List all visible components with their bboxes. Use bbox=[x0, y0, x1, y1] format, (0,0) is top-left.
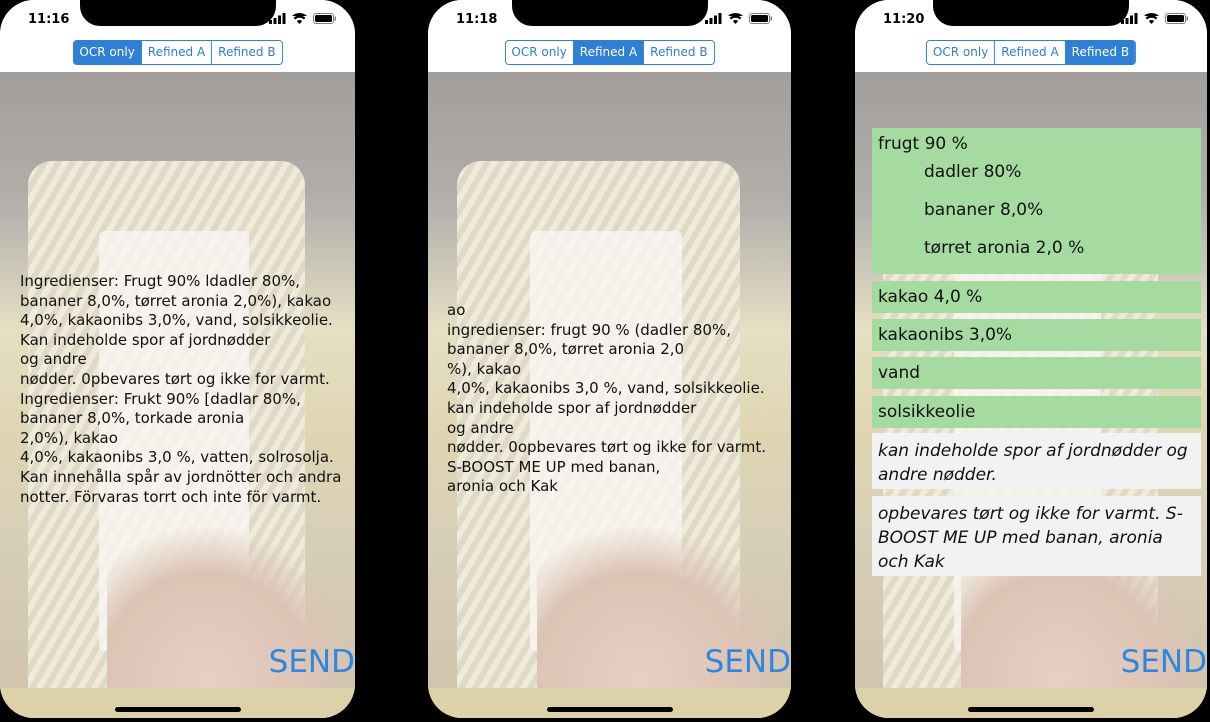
segment-refined-a[interactable]: Refined A bbox=[995, 41, 1066, 64]
home-indicator bbox=[546, 707, 673, 712]
segment-refined-b[interactable]: Refined B bbox=[212, 41, 282, 64]
segment-refined-b[interactable]: Refined B bbox=[1065, 41, 1136, 64]
status-bar: 11:20 OCR only Refined A Refined B bbox=[855, 0, 1207, 72]
home-indicator bbox=[968, 707, 1094, 712]
status-bar: 11:18 OCR only Refined A Refined B bbox=[428, 0, 791, 72]
ingredient-card-label: solsikkeolie bbox=[878, 402, 976, 422]
wifi-icon bbox=[1144, 13, 1159, 24]
signal-icon bbox=[705, 13, 722, 24]
battery-icon bbox=[313, 13, 336, 24]
sub-ingredient-bananer: bananer 8,0% bbox=[924, 200, 1044, 220]
ocr-text-overlay: Ingredienser: Frugt 90% ldadler 80%, ban… bbox=[20, 272, 342, 506]
ingredient-card-kakaonibs[interactable]: kakaonibs 3,0% bbox=[872, 319, 1201, 351]
segment-ocr-only[interactable]: OCR only bbox=[926, 41, 996, 64]
ingredient-card-frugt[interactable]: frugt 90 % dadler 80% bananer 8,0% tørre… bbox=[872, 128, 1201, 274]
mode-segmented-control[interactable]: OCR only Refined A Refined B bbox=[72, 40, 283, 65]
notch bbox=[79, 0, 276, 26]
phone-screen-2: 11:18 OCR only Refined A Refined B ao in… bbox=[428, 0, 791, 718]
segment-ocr-only[interactable]: OCR only bbox=[505, 41, 574, 64]
send-button[interactable]: SEND bbox=[1121, 644, 1207, 680]
battery-icon bbox=[1165, 13, 1188, 24]
sub-ingredient-aronia: tørret aronia 2,0 % bbox=[924, 238, 1085, 258]
ingredient-card-label: vand bbox=[878, 363, 921, 383]
wifi-icon bbox=[728, 13, 743, 24]
battery-icon bbox=[749, 13, 772, 24]
clock: 11:20 bbox=[883, 12, 925, 27]
storage-note-text: opbevares tørt og ikke for varmt. S-BOOS… bbox=[878, 504, 1183, 572]
notch bbox=[511, 0, 708, 26]
allergen-note-text: kan indeholde spor af jordnødder og andr… bbox=[878, 441, 1188, 485]
ocr-text-overlay: ao ingredienser: frugt 90 % (dadler 80%,… bbox=[447, 301, 766, 496]
home-indicator bbox=[114, 707, 241, 712]
ingredient-card-solsikkeolie[interactable]: solsikkeolie bbox=[872, 396, 1201, 428]
mode-segmented-control[interactable]: OCR only Refined A Refined B bbox=[504, 40, 715, 65]
wifi-icon bbox=[292, 13, 307, 24]
clock: 11:16 bbox=[28, 12, 70, 27]
status-bar: 11:16 OCR only Refined A Refined B bbox=[0, 0, 355, 72]
ingredient-card-vand[interactable]: vand bbox=[872, 357, 1201, 389]
notch bbox=[933, 0, 1129, 26]
send-button[interactable]: SEND bbox=[705, 644, 791, 680]
ingredient-card-label: frugt 90 % bbox=[878, 134, 968, 154]
signal-icon bbox=[1121, 13, 1138, 24]
segment-refined-a[interactable]: Refined A bbox=[573, 41, 645, 64]
signal-icon bbox=[269, 13, 286, 24]
segment-refined-b[interactable]: Refined B bbox=[644, 41, 714, 64]
storage-note-card[interactable]: opbevares tørt og ikke for varmt. S-BOOS… bbox=[872, 496, 1201, 576]
mode-segmented-control[interactable]: OCR only Refined A Refined B bbox=[925, 40, 1137, 65]
ingredient-card-kakao[interactable]: kakao 4,0 % bbox=[872, 281, 1201, 313]
phone-screen-3: 11:20 OCR only Refined A Refined B frugt… bbox=[855, 0, 1207, 718]
segment-ocr-only[interactable]: OCR only bbox=[73, 41, 142, 64]
segment-refined-a[interactable]: Refined A bbox=[141, 41, 213, 64]
phone-screen-1: 11:16 OCR only Refined A Refined B Ingre… bbox=[0, 0, 355, 718]
ingredient-card-label: kakao 4,0 % bbox=[878, 287, 983, 307]
allergen-note-card[interactable]: kan indeholde spor af jordnødder og andr… bbox=[872, 433, 1201, 489]
clock: 11:18 bbox=[456, 12, 498, 27]
ingredient-card-label: kakaonibs 3,0% bbox=[878, 325, 1013, 345]
send-button[interactable]: SEND bbox=[269, 644, 355, 680]
sub-ingredient-dadler: dadler 80% bbox=[924, 162, 1022, 182]
